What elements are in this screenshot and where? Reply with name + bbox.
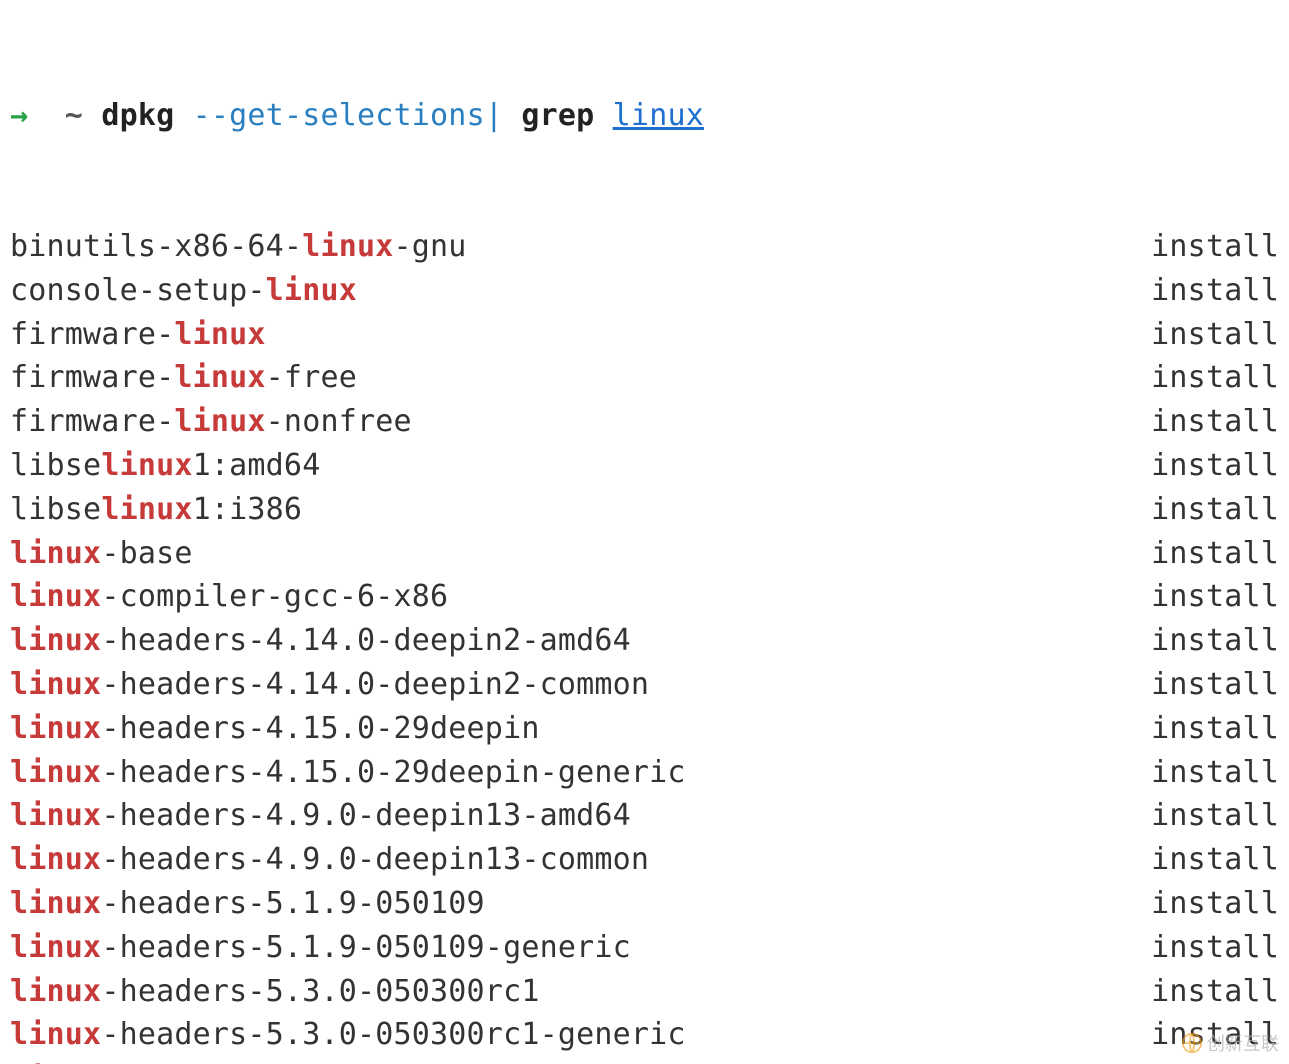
output-row: libselinux1:i386 install xyxy=(10,488,1279,532)
package-name: linux-headers-5.3.0-050300rc1-generic xyxy=(10,1013,686,1057)
package-name: linux-headers-4.14.0-deepin2-amd64 xyxy=(10,619,631,663)
output-row: linux-headers-5.3.0-050300rc1-genericins… xyxy=(10,1013,1279,1057)
grep-match: linux xyxy=(10,755,101,790)
package-status: install xyxy=(1151,225,1279,269)
package-status: install xyxy=(1151,1057,1279,1064)
output-row: firmware-linux-nonfree install xyxy=(10,400,1279,444)
output-row: linux-compiler-gcc-6-x86 install xyxy=(10,575,1279,619)
package-name: linux-headers-4.14.0-deepin2-common xyxy=(10,663,649,707)
package-name: firmware-linux-nonfree xyxy=(10,400,412,444)
output-row: linux-base install xyxy=(10,532,1279,576)
grep-match: linux xyxy=(10,1017,101,1052)
globe-icon xyxy=(1181,1032,1203,1054)
cmd-dpkg: dpkg xyxy=(101,98,174,133)
watermark-text: 创新互联 xyxy=(1207,1030,1279,1056)
grep-argument: linux xyxy=(613,98,704,133)
package-status: install xyxy=(1151,313,1279,357)
grep-match: linux xyxy=(10,667,101,702)
grep-match: linux xyxy=(174,317,265,352)
package-name: binutils-x86-64-linux-gnu xyxy=(10,225,467,269)
output-row: binutils-x86-64-linux-gnu install xyxy=(10,225,1279,269)
package-status: install xyxy=(1151,707,1279,751)
cmd-option: --get-selections xyxy=(193,98,485,133)
grep-match: linux xyxy=(302,229,393,264)
watermark: 创新互联 xyxy=(1181,1030,1279,1056)
prompt-arrow-icon: → xyxy=(10,98,28,133)
package-list: binutils-x86-64-linux-gnuinstallconsole-… xyxy=(10,225,1279,1064)
pipe-symbol: | xyxy=(485,98,503,133)
grep-match: linux xyxy=(101,492,192,527)
package-name: linux-base xyxy=(10,532,193,576)
grep-match: linux xyxy=(174,404,265,439)
output-row: linux-headers-4.15.0-29deepin-generic ins… xyxy=(10,751,1279,795)
grep-match: linux xyxy=(10,798,101,833)
package-name: linux-headers-5.3.0-050300rc1 xyxy=(10,970,540,1014)
output-row: console-setup-linux install xyxy=(10,269,1279,313)
output-row: linux-headers-4.14.0-deepin2-common insta… xyxy=(10,663,1279,707)
package-name: firmware-linux xyxy=(10,313,266,357)
package-name: linux-headers-4.9.0-deepin13-common xyxy=(10,838,649,882)
output-row: linux-headers-4.9.0-deepin13-common insta… xyxy=(10,838,1279,882)
grep-match: linux xyxy=(10,623,101,658)
output-row: linux-headers-5.3.0-050300rc1 install xyxy=(10,970,1279,1014)
package-status: install xyxy=(1151,488,1279,532)
package-status: install xyxy=(1151,970,1279,1014)
grep-match: linux xyxy=(10,930,101,965)
output-row: linux-headers-4.14.0-deepin2-amd64 instal… xyxy=(10,619,1279,663)
output-row: linux-headers-5.1.9-050109 install xyxy=(10,882,1279,926)
output-row: linux-headers-4.9.0-deepin13-amd64 instal… xyxy=(10,794,1279,838)
grep-match: linux xyxy=(10,886,101,921)
package-name: firmware-linux-free xyxy=(10,356,357,400)
package-status: install xyxy=(1151,926,1279,970)
package-name: linux-headers-5.1.9-050109-generic xyxy=(10,926,631,970)
output-row: linux-headers-4.15.0-29deepin install xyxy=(10,707,1279,751)
command-line: → ~ dpkg --get-selections| grep linux xyxy=(10,94,1279,138)
terminal-output: → ~ dpkg --get-selections| grep linux bi… xyxy=(0,0,1289,1064)
package-status: install xyxy=(1151,663,1279,707)
package-name: console-setup-linux xyxy=(10,269,357,313)
package-name: linux-headers-4.15.0-29deepin xyxy=(10,707,540,751)
package-status: install xyxy=(1151,269,1279,313)
grep-match: linux xyxy=(10,536,101,571)
grep-match: linux xyxy=(266,273,357,308)
package-status: install xyxy=(1151,619,1279,663)
output-row: linux-headers-5.3.0-050300rc8 install xyxy=(10,1057,1279,1064)
grep-match: linux xyxy=(10,711,101,746)
package-status: install xyxy=(1151,882,1279,926)
package-status: install xyxy=(1151,400,1279,444)
cmd-grep: grep xyxy=(521,98,594,133)
package-name: linux-headers-5.1.9-050109 xyxy=(10,882,485,926)
package-status: install xyxy=(1151,838,1279,882)
package-name: linux-headers-4.15.0-29deepin-generic xyxy=(10,751,686,795)
package-name: libselinux1:i386 xyxy=(10,488,302,532)
package-status: install xyxy=(1151,575,1279,619)
grep-match: linux xyxy=(174,360,265,395)
package-status: install xyxy=(1151,532,1279,576)
package-status: install xyxy=(1151,356,1279,400)
grep-match: linux xyxy=(10,842,101,877)
prompt-cwd: ~ xyxy=(65,98,83,133)
output-row: libselinux1:amd64 install xyxy=(10,444,1279,488)
output-row: firmware-linux install xyxy=(10,313,1279,357)
package-name: libselinux1:amd64 xyxy=(10,444,320,488)
package-status: install xyxy=(1151,444,1279,488)
grep-match: linux xyxy=(10,579,101,614)
package-status: install xyxy=(1151,751,1279,795)
package-name: linux-compiler-gcc-6-x86 xyxy=(10,575,448,619)
output-row: linux-headers-5.1.9-050109-generic instal… xyxy=(10,926,1279,970)
grep-match: linux xyxy=(101,448,192,483)
package-name: linux-headers-4.9.0-deepin13-amd64 xyxy=(10,794,631,838)
package-name: linux-headers-5.3.0-050300rc8 xyxy=(10,1057,540,1064)
package-status: install xyxy=(1151,794,1279,838)
grep-match: linux xyxy=(10,974,101,1009)
output-row: firmware-linux-free install xyxy=(10,356,1279,400)
